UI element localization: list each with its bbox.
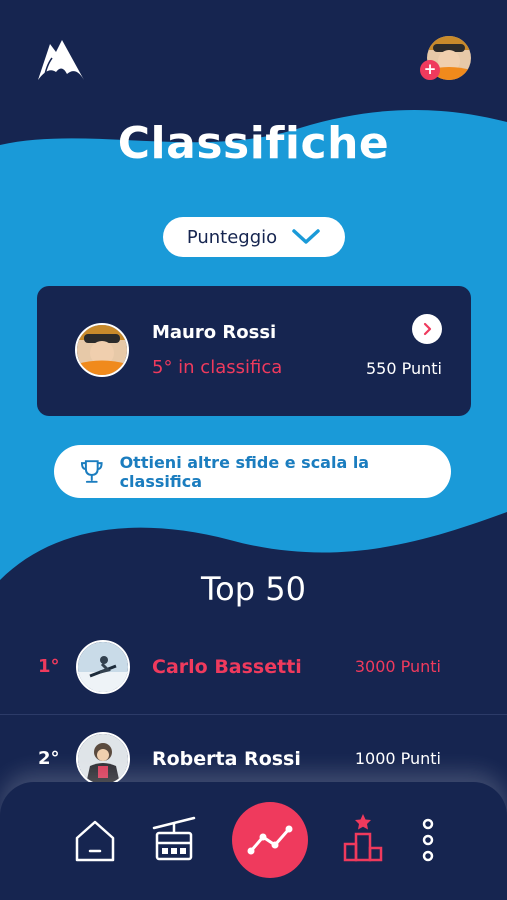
- sort-dropdown[interactable]: Punteggio: [163, 217, 345, 257]
- row-avatar: [76, 732, 130, 786]
- row-name: Carlo Bassetti: [152, 656, 302, 678]
- row-points: 1000 Punti: [354, 749, 441, 768]
- rank-number: 2°: [38, 748, 60, 769]
- current-user-card[interactable]: Mauro Rossi 5° in classifica 550 Punti: [37, 286, 471, 416]
- user-detail-button[interactable]: [412, 314, 442, 344]
- add-badge: +: [420, 60, 440, 80]
- challenges-cta-button[interactable]: Ottieni altre sfide e scala la classific…: [54, 445, 451, 498]
- chevron-down-icon: [292, 229, 320, 244]
- mountain-logo-icon: [38, 40, 84, 81]
- row-points: 3000 Punti: [354, 657, 441, 676]
- user-name: Mauro Rossi: [152, 322, 277, 343]
- dropdown-selected-label: Punteggio: [186, 226, 278, 248]
- podium-icon: [343, 814, 383, 862]
- nav-lifts[interactable]: [152, 816, 196, 866]
- home-icon: [75, 820, 115, 862]
- trophy-icon: [80, 459, 103, 483]
- nav-home[interactable]: [74, 819, 116, 867]
- bottom-navigation: [0, 782, 507, 900]
- leaderboard-title: Top 50: [201, 570, 306, 608]
- cta-label: Ottieni altre sfide e scala la classific…: [119, 452, 370, 491]
- stats-icon: [247, 825, 293, 855]
- user-rank: 5° in classifica: [152, 357, 283, 378]
- leaderboard-row[interactable]: 1° Carlo Bassetti 3000 Punti: [0, 626, 507, 716]
- rank-number: 1°: [38, 656, 60, 677]
- chevron-right-icon: [423, 322, 432, 336]
- row-name: Roberta Rossi: [152, 748, 301, 770]
- nav-leaderboard[interactable]: [342, 812, 384, 866]
- user-avatar: [75, 323, 129, 377]
- cable-car-icon: [152, 816, 196, 861]
- nav-stats[interactable]: [232, 802, 308, 878]
- more-icon: [422, 818, 434, 862]
- row-divider: [0, 714, 507, 715]
- user-points: 550 Punti: [366, 359, 442, 378]
- nav-more[interactable]: [420, 818, 436, 868]
- app-logo[interactable]: [36, 36, 86, 82]
- row-avatar: [76, 640, 130, 694]
- page-title: Classifiche: [117, 118, 390, 169]
- profile-avatar-button[interactable]: +: [420, 36, 472, 82]
